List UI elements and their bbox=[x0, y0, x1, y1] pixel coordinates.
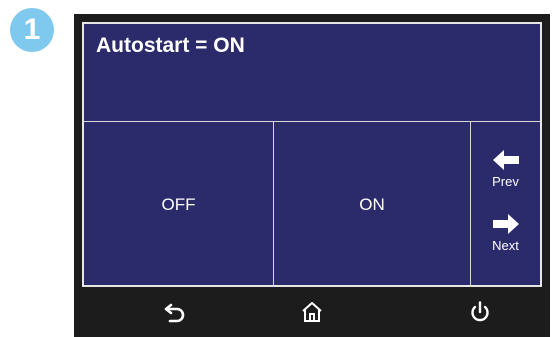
bottom-bar bbox=[82, 289, 542, 335]
screen-header: Autostart = ON bbox=[84, 24, 540, 122]
on-option-label: ON bbox=[359, 194, 385, 214]
step-number-badge: 1 bbox=[10, 8, 54, 52]
power-icon bbox=[471, 301, 489, 322]
next-label: Next bbox=[492, 238, 519, 253]
on-option-button[interactable]: ON bbox=[274, 122, 471, 287]
power-button[interactable] bbox=[465, 297, 495, 327]
prev-button[interactable]: Prev bbox=[471, 150, 540, 189]
arrow-right-icon bbox=[492, 214, 519, 234]
device-display: Autostart = ON OFF ON Prev Next bbox=[74, 14, 550, 337]
next-button[interactable]: Next bbox=[471, 214, 540, 253]
prev-label: Prev bbox=[492, 174, 519, 189]
back-button[interactable] bbox=[160, 297, 190, 327]
home-icon bbox=[302, 302, 322, 322]
off-option-label: OFF bbox=[161, 194, 196, 214]
touch-screen: Autostart = ON OFF ON Prev Next bbox=[82, 22, 542, 287]
arrow-left-icon bbox=[492, 150, 519, 170]
off-option-button[interactable]: OFF bbox=[84, 122, 274, 287]
nav-panel: Prev Next bbox=[471, 122, 540, 287]
home-button[interactable] bbox=[297, 297, 327, 327]
back-icon bbox=[164, 303, 185, 323]
page-title: Autostart = ON bbox=[96, 34, 245, 57]
